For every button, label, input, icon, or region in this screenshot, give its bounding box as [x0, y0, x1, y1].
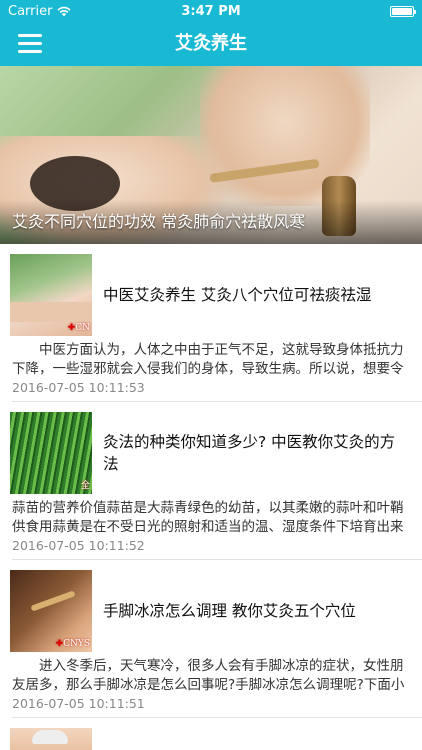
article-title: 中医艾灸养生 艾灸八个穴位可祛痰祛湿 — [103, 286, 372, 304]
article-title: 灸法的种类你知道多少? 中医教你艾灸的方法 — [103, 433, 396, 473]
article-summary: 蒜苗的营养价值蒜苗是大蒜青绿色的幼苗，以其柔嫩的蒜叶和叶鞘供食用蒜黄是在不受日光… — [12, 500, 404, 535]
article-thumbnail: 全 — [10, 412, 92, 494]
navigation-bar: 艾灸养生 — [0, 22, 422, 66]
thumbnail-watermark: ✚CNYS — [55, 639, 90, 649]
article-thumbnail-partial[interactable] — [10, 728, 92, 750]
hero-caption: 艾灸不同穴位的功效 常灸肺俞穴祛散风寒 — [12, 212, 306, 231]
article-date: 2016-07-05 10:11:52 — [12, 538, 145, 553]
list-item[interactable]: ✚CNYS 手脚冰凉怎么调理 教你艾灸五个穴位 进入冬季后，天气寒冷，很多人会有… — [0, 560, 422, 718]
carrier-label: Carrier — [8, 3, 53, 19]
status-bar: Carrier 3:47 PM — [0, 0, 422, 22]
wifi-icon — [57, 6, 72, 16]
article-summary: 进入冬季后，天气寒冷，很多人会有手脚冰凉的症状，女性朋友居多，那么手脚冰凉是怎么… — [12, 658, 405, 693]
battery-level — [392, 7, 412, 15]
divider — [12, 717, 422, 718]
list-item[interactable]: 全 灸法的种类你知道多少? 中医教你艾灸的方法 蒜苗的营养价值蒜苗是大蒜青绿色的… — [0, 402, 422, 560]
article-title: 手脚冰凉怎么调理 教你艾灸五个穴位 — [103, 602, 356, 620]
status-left: Carrier — [8, 3, 72, 19]
article-summary: 中医方面认为，人体之中由于正气不足，这就导致身体抵抗力下降，一些湿邪就会入侵我们… — [12, 342, 404, 377]
page-title: 艾灸养生 — [175, 33, 247, 54]
article-date: 2016-07-05 10:11:53 — [12, 380, 145, 395]
article-thumbnail: ✚CN — [10, 254, 92, 336]
thumbnail-watermark: ✚CN — [67, 323, 90, 333]
hero-banner[interactable]: 艾灸不同穴位的功效 常灸肺俞穴祛散风寒 — [0, 66, 422, 244]
thumbnail-watermark: 全 — [80, 481, 90, 491]
article-date: 2016-07-05 10:11:51 — [12, 696, 145, 711]
battery-icon — [390, 5, 416, 17]
list-item[interactable]: ✚CN 中医艾灸养生 艾灸八个穴位可祛痰祛湿 中医方面认为，人体之中由于正气不足… — [0, 244, 422, 402]
article-thumbnail: ✚CNYS — [10, 570, 92, 652]
